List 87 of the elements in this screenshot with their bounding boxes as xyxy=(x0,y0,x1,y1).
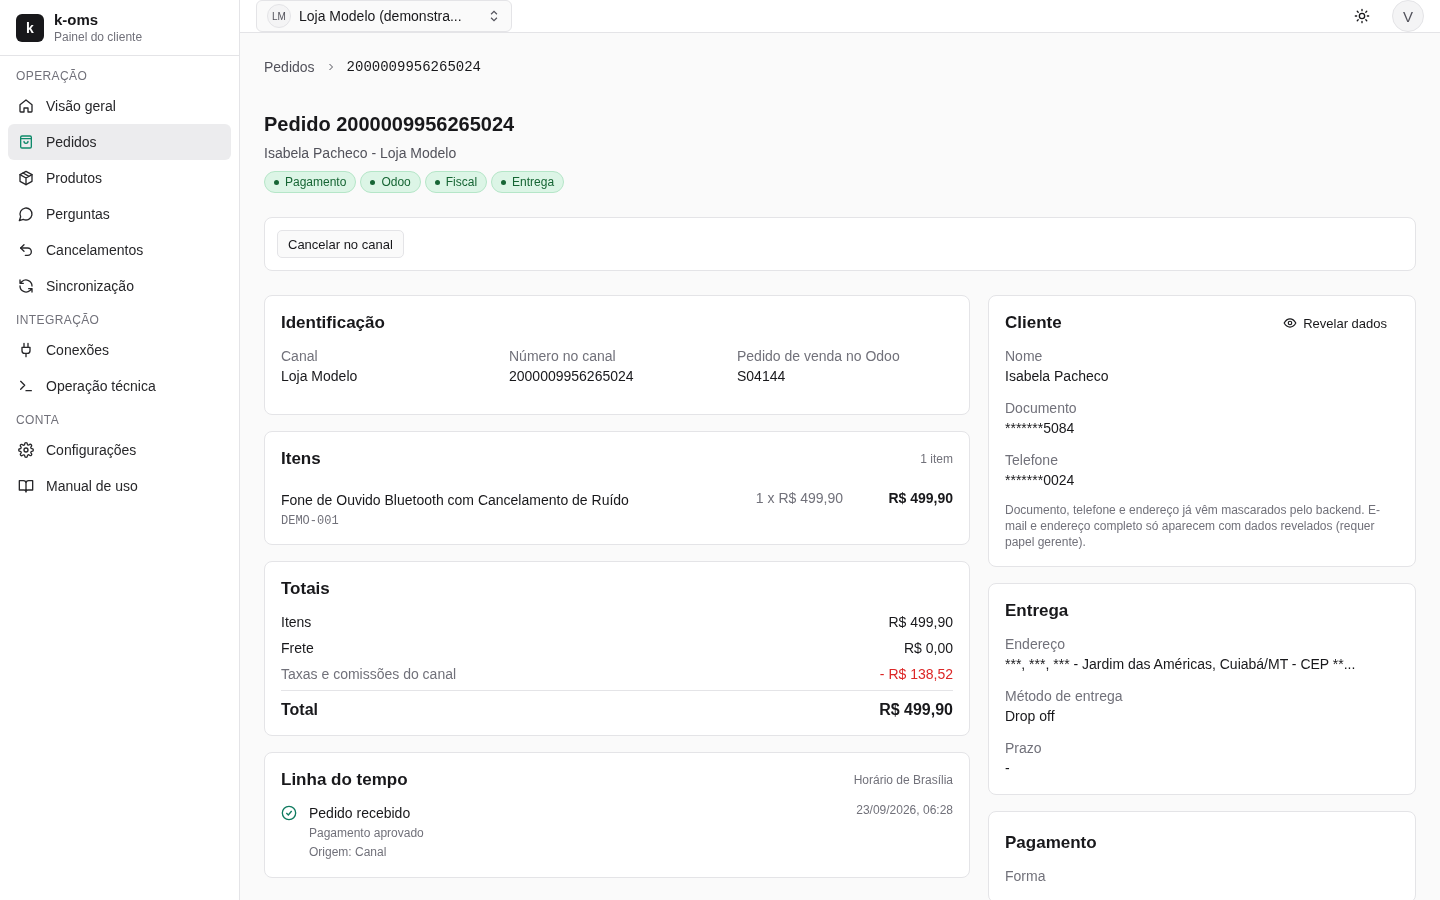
shopping-bag-icon xyxy=(18,134,34,150)
field-label: Canal xyxy=(281,348,318,364)
total-value: R$ 499,90 xyxy=(888,613,953,632)
field-label: Endereço xyxy=(1005,636,1065,652)
section-heading: OPERAÇÃO xyxy=(15,68,89,85)
refresh-icon xyxy=(18,278,34,294)
line-total: R$ 499,90 xyxy=(887,490,953,506)
field-value: Isabela Pacheco xyxy=(1005,368,1109,384)
privacy-note: Documento, telefone e endereço já vêm mascarados pelo backend. E-mail e endereço completo só aparecem com dados revelados (requer papel gerente). xyxy=(1005,502,1381,550)
store-selector[interactable]: LM Loja Modelo (demonstra... xyxy=(256,0,512,32)
total-label: Itens xyxy=(281,613,312,632)
eye-icon xyxy=(1283,316,1298,330)
card-title: Linha do tempo xyxy=(281,770,408,790)
chat-bubble-icon xyxy=(18,206,34,222)
product-name: Fone de Ouvido Bluetooth com Cancelamento de Ruído xyxy=(281,492,629,508)
status-badge: Entrega xyxy=(491,171,565,193)
sidebar-item[interactable]: Manual de uso xyxy=(8,468,231,504)
total-value: R$ 0,00 xyxy=(903,639,953,658)
check-circle-icon xyxy=(281,805,297,821)
box-icon xyxy=(18,170,34,186)
sidebar-item[interactable]: Pedidos xyxy=(8,124,231,160)
card-title: Entrega xyxy=(1005,601,1069,621)
field-value: 2000009956265024 xyxy=(509,368,634,384)
undo-arrow-icon xyxy=(18,242,34,258)
total-label: Frete xyxy=(281,639,314,658)
card-title: Itens xyxy=(281,449,321,469)
page-title: Pedido 2000009956265024 xyxy=(264,112,516,137)
section-heading: CONTA xyxy=(15,412,61,429)
item-count: 1 item xyxy=(920,452,953,466)
field-value: Drop off xyxy=(1005,708,1055,724)
field-value: S04144 xyxy=(737,368,786,384)
status-badge: Odoo xyxy=(360,171,421,193)
plug-icon xyxy=(18,342,34,358)
sidebar-item[interactable]: Configurações xyxy=(8,432,231,468)
field-value: ***, ***, *** - Jardim das Américas, Cuiabá/MT - CEP **... xyxy=(1005,656,1356,672)
store-avatar: LM xyxy=(267,4,291,28)
sidebar-item[interactable]: Visão geral xyxy=(8,88,231,124)
field-label: Método de entrega xyxy=(1005,688,1123,704)
field-label: Nome xyxy=(1005,348,1043,364)
app-name: k-oms xyxy=(54,10,100,29)
sun-icon xyxy=(1354,8,1370,24)
total-value: - R$ 138,52 xyxy=(879,665,953,684)
field-value: - xyxy=(1005,760,1010,776)
field-value: *******5084 xyxy=(1005,420,1075,436)
quantity-price: 1 x R$ 499,90 xyxy=(754,490,843,506)
brand-logo: k xyxy=(16,13,44,42)
section-heading: INTEGRAÇÃO xyxy=(15,312,101,329)
status-badge: Pagamento xyxy=(264,171,357,193)
field-label: Forma xyxy=(1005,868,1046,884)
app-subtitle: Painel do cliente xyxy=(54,28,143,45)
home-icon xyxy=(18,98,34,114)
grand-total-value: R$ 499,90 xyxy=(879,701,953,719)
cancel-button[interactable]: Cancelar no canal xyxy=(277,230,404,258)
breadcrumb-link[interactable]: Pedidos xyxy=(264,59,315,75)
timezone-label: Horário de Brasília xyxy=(853,773,953,787)
sidebar-item[interactable]: Operação técnica xyxy=(8,368,231,404)
card-title: Cliente xyxy=(1005,313,1062,333)
sidebar-item[interactable]: Produtos xyxy=(8,160,231,196)
product-sku: DEMO-001 xyxy=(281,514,339,528)
field-label: Documento xyxy=(1005,400,1077,416)
sidebar-item[interactable]: Cancelamentos xyxy=(8,232,231,268)
field-label: Pedido de venda no Odoo xyxy=(737,348,900,364)
event-detail: Pagamento aprovado xyxy=(309,826,424,840)
total-label: Taxas e comissões do canal xyxy=(281,665,457,684)
settings-icon xyxy=(18,442,34,458)
sidebar-item[interactable]: Perguntas xyxy=(8,196,231,232)
terminal-icon xyxy=(18,378,34,394)
card-title: Identificação xyxy=(281,313,385,333)
breadcrumb-current: 2000009956265024 xyxy=(346,59,481,75)
sidebar-item[interactable]: Conexões xyxy=(8,332,231,368)
card-title: Pagamento xyxy=(1005,833,1097,853)
field-value: *******0024 xyxy=(1005,472,1075,488)
field-label: Número no canal xyxy=(509,348,616,364)
event-time: 23/09/2026, 06:28 xyxy=(856,803,953,819)
event-title: Pedido recebido xyxy=(309,805,411,821)
reveal-data-button[interactable]: Revelar dados xyxy=(1283,315,1387,331)
event-detail: Origem: Canal xyxy=(309,845,387,859)
page-subtitle: Isabela Pacheco - Loja Modelo xyxy=(264,145,457,161)
open-book-icon xyxy=(18,478,34,494)
user-avatar[interactable]: V xyxy=(1392,0,1424,32)
status-badge: Fiscal xyxy=(424,171,488,193)
field-label: Telefone xyxy=(1005,452,1058,468)
field-label: Prazo xyxy=(1005,740,1042,756)
sidebar-item[interactable]: Sincronização xyxy=(8,268,231,304)
grand-total-label: Total xyxy=(281,701,319,719)
card-title: Totais xyxy=(281,579,330,599)
field-value: Loja Modelo xyxy=(281,368,358,384)
